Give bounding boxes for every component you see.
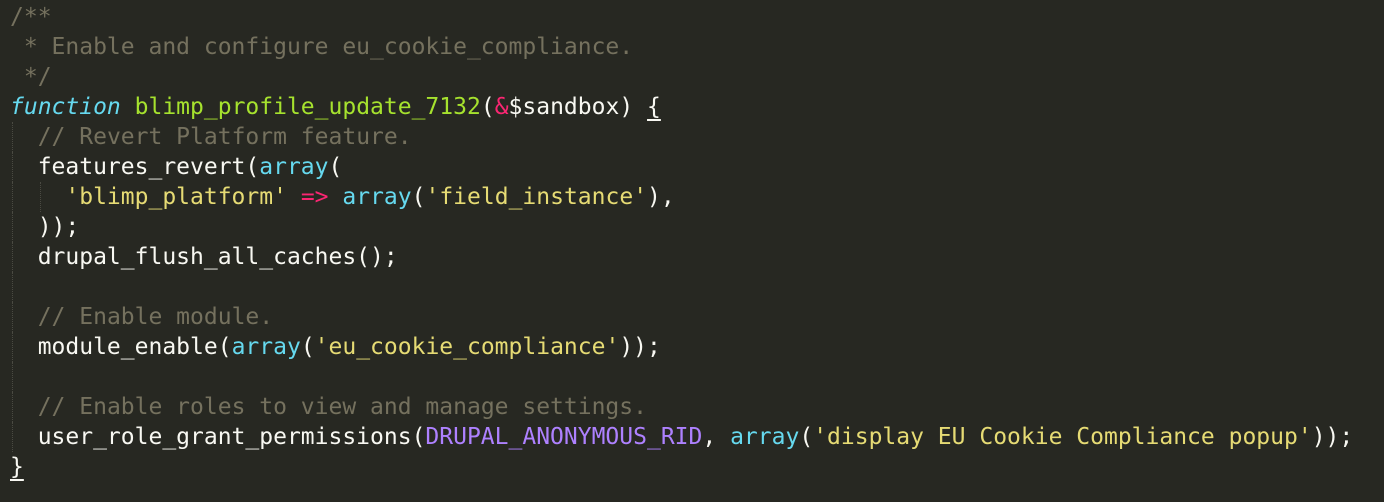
code-token: // Revert Platform feature.: [37, 124, 412, 150]
code-token: user_role_grant_permissions(: [10, 424, 426, 450]
code-token: &: [494, 94, 509, 120]
code-token: 'eu_cookie_compliance': [314, 334, 620, 360]
code-line[interactable]: [10, 362, 1380, 392]
code-line[interactable]: module_enable(array('eu_cookie_complianc…: [10, 332, 1380, 362]
code-token: ));: [1311, 424, 1354, 450]
indent-guide: [12, 152, 13, 182]
indent-guide: [12, 302, 13, 332]
code-token: ),: [647, 184, 675, 210]
code-line[interactable]: function blimp_profile_update_7132(&$san…: [10, 92, 1380, 122]
code-line[interactable]: drupal_flush_all_caches();: [10, 242, 1380, 272]
code-token: array: [342, 184, 412, 210]
code-token: // Enable roles to view and manage setti…: [37, 394, 647, 420]
code-token: }: [10, 454, 24, 480]
code-token: DRUPAL_ANONYMOUS_RID: [425, 424, 703, 450]
indent-guide: [12, 362, 13, 392]
code-token: (: [480, 94, 495, 120]
code-token: * Enable and configure eu_cookie_complia…: [10, 34, 634, 60]
code-line[interactable]: features_revert(array(: [10, 152, 1380, 182]
code-token: */: [10, 64, 52, 90]
indent-guide: [39, 182, 41, 212]
code-token: module_enable(: [10, 334, 232, 360]
indent-guide: [12, 182, 13, 212]
indent-guide: [12, 392, 13, 422]
code-line[interactable]: [10, 272, 1380, 302]
code-line[interactable]: // Enable module.: [10, 302, 1380, 332]
code-token: {: [647, 94, 661, 120]
indent-guide: [12, 122, 13, 152]
indent-guide: [12, 242, 13, 272]
code-line[interactable]: /**: [10, 2, 1380, 32]
code-line[interactable]: // Enable roles to view and manage setti…: [10, 392, 1380, 422]
code-line[interactable]: // Revert Platform feature.: [10, 122, 1380, 152]
code-token: ));: [10, 214, 80, 240]
code-token: (: [799, 424, 814, 450]
code-line[interactable]: */: [10, 62, 1380, 92]
code-token: blimp_profile_update_7132: [134, 94, 481, 120]
code-token: 'display EU Cookie Compliance popup': [813, 424, 1312, 450]
indent-guide: [12, 332, 13, 362]
code-editor[interactable]: /** * Enable and configure eu_cookie_com…: [0, 0, 1384, 502]
code-token: // Enable module.: [37, 304, 274, 330]
code-token: =>: [300, 184, 329, 210]
code-token: array: [259, 154, 329, 180]
indent-guide: [12, 272, 13, 302]
code-token: 'blimp_platform': [65, 184, 287, 210]
code-area[interactable]: /** * Enable and configure eu_cookie_com…: [10, 2, 1380, 482]
code-line[interactable]: }: [10, 452, 1380, 482]
code-token: /**: [10, 4, 52, 30]
code-line[interactable]: * Enable and configure eu_cookie_complia…: [10, 32, 1380, 62]
code-token: drupal_flush_all_caches();: [10, 244, 398, 270]
code-token: (: [411, 184, 426, 210]
code-token: features_revert(: [10, 154, 260, 180]
code-token: $sandbox): [508, 94, 648, 120]
code-token: 'field_instance': [425, 184, 648, 210]
code-token: function: [10, 94, 121, 120]
code-token: (: [300, 334, 315, 360]
code-line[interactable]: 'blimp_platform' => array('field_instanc…: [10, 182, 1380, 212]
indent-guide: [12, 422, 13, 452]
code-token: ,: [702, 424, 731, 450]
code-token: (: [328, 154, 343, 180]
code-token: ));: [619, 334, 661, 360]
code-token: array: [730, 424, 800, 450]
code-line[interactable]: ));: [10, 212, 1380, 242]
code-line[interactable]: user_role_grant_permissions(DRUPAL_ANONY…: [10, 422, 1380, 452]
indent-guide: [12, 212, 13, 242]
code-token: array: [231, 334, 301, 360]
